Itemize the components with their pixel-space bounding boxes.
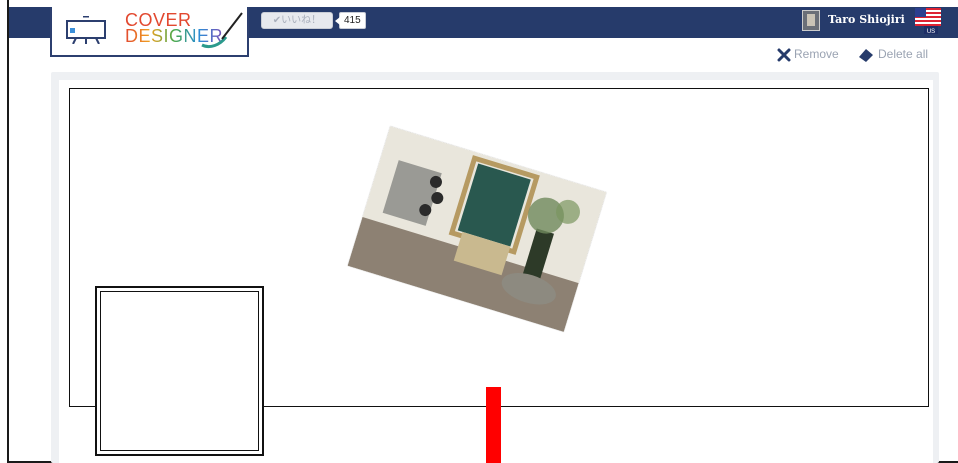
remove-label: Remove <box>794 47 839 61</box>
easel-icon <box>66 16 106 44</box>
user-avatar[interactable] <box>802 10 820 31</box>
delete-all-label: Delete all <box>878 47 929 61</box>
flag-label: US <box>927 29 935 35</box>
paintbrush-icon <box>201 12 243 49</box>
like-button[interactable]: ✔いいね！ <box>261 12 333 29</box>
us-flag-icon[interactable]: US <box>914 7 944 35</box>
like-count-badge: 415 <box>335 12 366 29</box>
delete-all-button[interactable]: Delete all <box>857 45 928 63</box>
close-icon <box>777 48 791 62</box>
remove-button[interactable]: Remove <box>777 45 839 63</box>
window-left-border <box>7 0 9 463</box>
user-name[interactable]: Taro Shiojiri <box>828 13 905 26</box>
eraser-icon <box>859 48 873 62</box>
app-logo[interactable]: COVER DESIGNER <box>50 7 249 57</box>
avatar-placeholder-frame[interactable] <box>95 286 264 456</box>
red-guide-marker <box>486 387 501 463</box>
